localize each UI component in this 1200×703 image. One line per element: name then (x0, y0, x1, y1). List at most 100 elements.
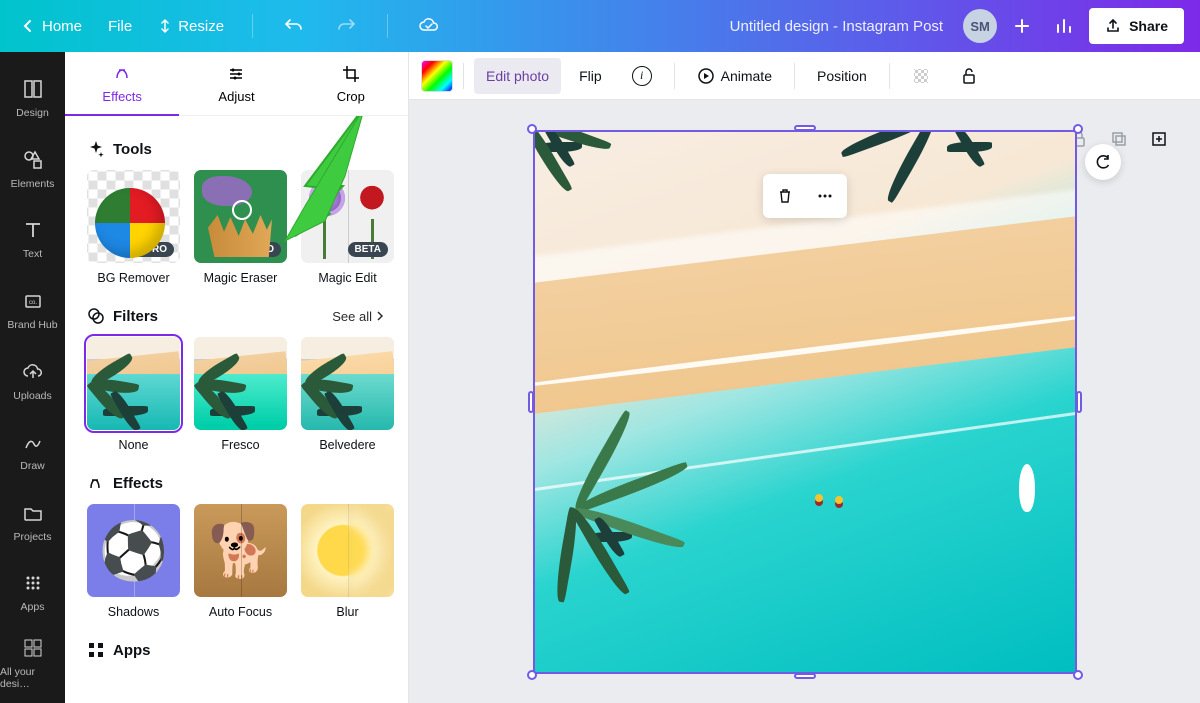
filters-icon (87, 307, 105, 325)
tool-label: Magic Eraser (204, 271, 278, 285)
canvas-area: Edit photo Flip i Animate Position (409, 52, 1200, 703)
filter-fresco[interactable]: Fresco (194, 337, 287, 452)
tool-magic-eraser[interactable]: PRO Magic Eraser (194, 170, 287, 285)
tool-magic-edit[interactable]: BETA Magic Edit (301, 170, 394, 285)
resize-handle[interactable] (794, 125, 816, 131)
effect-thumb (87, 504, 180, 597)
filter-belvedere[interactable]: Belvedere (301, 337, 394, 452)
add-page-button[interactable] (1144, 124, 1174, 154)
add-member-button[interactable] (1005, 9, 1039, 43)
document-title[interactable]: Untitled design - Instagram Post (730, 18, 943, 35)
lock-button[interactable] (948, 58, 990, 94)
separator (387, 14, 388, 38)
header-left-group: Home File Resize (16, 9, 446, 43)
tab-label: Effects (102, 89, 142, 104)
resize-handle[interactable] (527, 124, 537, 134)
nav-apps[interactable]: Apps (0, 558, 65, 627)
edit-photo-button[interactable]: Edit photo (474, 58, 561, 94)
lock-open-icon (960, 67, 978, 85)
resize-handle[interactable] (528, 391, 534, 413)
grid-icon (21, 636, 45, 660)
nav-label: Draw (20, 460, 45, 472)
add-page-icon (1150, 130, 1168, 148)
more-options-button[interactable] (807, 178, 843, 214)
resize-handle[interactable] (1073, 670, 1083, 680)
see-all-filters[interactable]: See all (332, 309, 386, 324)
undo-icon (284, 16, 304, 36)
context-toolbar: Edit photo Flip i Animate Position (409, 52, 1200, 100)
user-avatar[interactable]: SM (963, 9, 997, 43)
pro-badge: PRO (234, 242, 281, 257)
separator (674, 63, 675, 89)
nav-all-designs[interactable]: All your desi… (0, 629, 65, 698)
cloud-sync-button[interactable] (412, 9, 446, 43)
resize-handle[interactable] (1073, 124, 1083, 134)
filter-thumb (301, 337, 394, 430)
canvas-selection[interactable] (533, 130, 1077, 674)
redo-button[interactable] (329, 9, 363, 43)
nav-uploads[interactable]: Uploads (0, 346, 65, 415)
home-button[interactable]: Home (16, 12, 86, 41)
beta-badge: BETA (348, 242, 388, 257)
crop-icon (341, 64, 361, 84)
effect-blur[interactable]: Blur (301, 504, 394, 619)
more-icon (816, 187, 834, 205)
bar-chart-icon (1054, 16, 1074, 36)
nav-label: Design (16, 107, 49, 119)
nav-elements[interactable]: Elements (0, 135, 65, 204)
filter-none[interactable]: None (87, 337, 180, 452)
transparency-button[interactable] (900, 58, 942, 94)
separator (794, 63, 795, 89)
resize-menu[interactable]: Resize (154, 12, 228, 41)
nav-label: Elements (11, 178, 55, 190)
effect-label: Shadows (108, 605, 159, 619)
nav-label: Text (23, 248, 42, 260)
animate-button[interactable]: Animate (685, 58, 784, 94)
resize-handle[interactable] (794, 673, 816, 679)
effect-auto-focus[interactable]: Auto Focus (194, 504, 287, 619)
apps-grid-icon (21, 571, 45, 595)
plus-icon (1012, 16, 1032, 36)
separator (889, 63, 890, 89)
insights-button[interactable] (1047, 9, 1081, 43)
tab-crop[interactable]: Crop (294, 52, 408, 115)
trash-icon (776, 187, 794, 205)
design-icon (21, 77, 45, 101)
pro-badge: PRO (127, 242, 174, 257)
undo-button[interactable] (277, 9, 311, 43)
filters-heading: Filters See all (87, 307, 386, 325)
canvas-viewport[interactable] (409, 100, 1200, 703)
transparency-icon (912, 67, 930, 85)
flip-button[interactable]: Flip (567, 58, 614, 94)
share-button[interactable]: Share (1089, 8, 1184, 44)
nav-design[interactable]: Design (0, 64, 65, 133)
apps-icon (87, 641, 105, 659)
panel-tabs: Effects Adjust Crop (65, 52, 408, 116)
top-header: Home File Resize Untitled design - Insta… (0, 0, 1200, 52)
effect-shadows[interactable]: Shadows (87, 504, 180, 619)
resize-handle[interactable] (1076, 391, 1082, 413)
tab-effects[interactable]: Effects (65, 52, 179, 115)
color-picker-button[interactable] (421, 60, 453, 92)
regenerate-fab[interactable] (1085, 144, 1121, 180)
delete-button[interactable] (767, 178, 803, 214)
filters-row: None Fresco Belved (87, 337, 386, 452)
info-button[interactable]: i (620, 58, 664, 94)
tool-bg-remover[interactable]: PRO BG Remover (87, 170, 180, 285)
tab-label: Crop (337, 89, 365, 104)
nav-label: All your desi… (0, 666, 65, 690)
tools-heading: Tools (87, 140, 386, 158)
resize-handle[interactable] (527, 670, 537, 680)
nav-text[interactable]: Text (0, 205, 65, 274)
file-menu[interactable]: File (104, 12, 136, 41)
file-label: File (108, 18, 132, 35)
effect-thumb (301, 504, 394, 597)
nav-brand-hub[interactable]: co. Brand Hub (0, 276, 65, 345)
effect-label: Auto Focus (209, 605, 272, 619)
nav-projects[interactable]: Projects (0, 487, 65, 556)
tab-label: Adjust (218, 89, 254, 104)
nav-draw[interactable]: Draw (0, 417, 65, 486)
position-button[interactable]: Position (805, 58, 879, 94)
side-panel: Effects Adjust Crop Tools (65, 52, 409, 703)
tab-adjust[interactable]: Adjust (179, 52, 293, 115)
